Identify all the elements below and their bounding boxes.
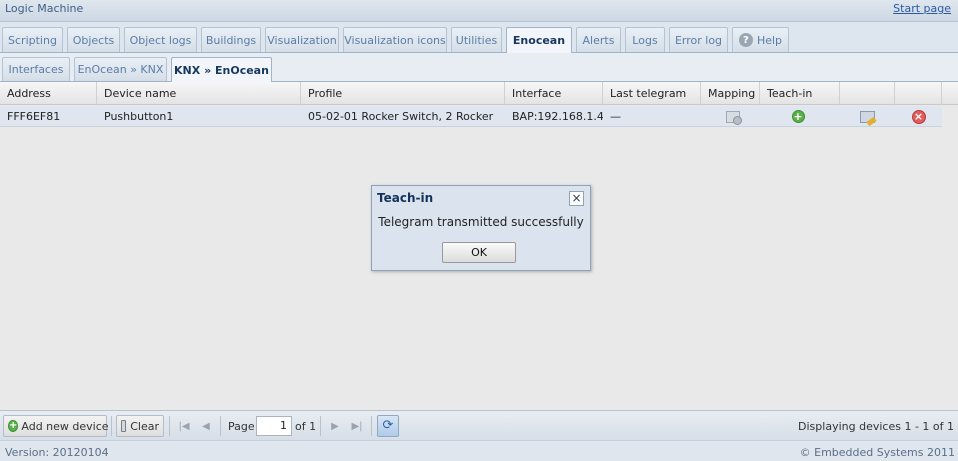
table-header: Address Device name Profile Interface La…: [0, 82, 958, 105]
column-header-mapping[interactable]: Mapping: [701, 82, 760, 105]
delete-icon[interactable]: ×: [911, 109, 926, 124]
page-count-label: of 1: [295, 420, 317, 433]
display-info: Displaying devices 1 - 1 of 1: [798, 420, 954, 433]
page-label: Page: [228, 420, 255, 433]
add-icon: +: [8, 420, 19, 432]
cell-last-telegram: —: [610, 110, 621, 123]
column-header-address[interactable]: Address: [0, 82, 97, 105]
tab-utilities[interactable]: Utilities: [451, 27, 502, 52]
bottom-toolbar: + Add new device Clear |◀ ◀ Page 1 of 1 …: [0, 410, 958, 440]
refresh-icon[interactable]: ⟳: [377, 415, 399, 437]
column-header-teach-in[interactable]: Teach-in: [760, 82, 840, 105]
next-page-icon[interactable]: ▶: [325, 416, 345, 436]
tab-visualization-icons[interactable]: Visualization icons: [343, 27, 447, 52]
tab-objects[interactable]: Objects: [67, 27, 120, 52]
column-header-last-telegram[interactable]: Last telegram: [603, 82, 701, 105]
main-tab-bar: Scripting Objects Object logs Buildings …: [0, 22, 958, 53]
footer: Version: 20120104 © Embedded Systems 201…: [0, 440, 958, 461]
teach-in-dialog: Teach-in × Telegram transmitted successf…: [371, 185, 591, 271]
tab-buildings[interactable]: Buildings: [201, 27, 261, 52]
help-icon: ?: [738, 33, 753, 47]
column-header-interface[interactable]: Interface: [505, 82, 603, 105]
subtab-knx-enocean[interactable]: KNX » EnOcean: [171, 57, 272, 82]
separator: [371, 416, 372, 436]
cell-mapping: [701, 106, 760, 127]
table-row[interactable]: FFF6EF81 Pushbutton1 05-02-01 Rocker Swi…: [0, 106, 942, 127]
clear-label: Clear: [130, 419, 159, 433]
cell-device-name: Pushbutton1: [104, 110, 174, 123]
cell-address: FFF6EF81: [7, 110, 61, 123]
subtab-interfaces[interactable]: Interfaces: [2, 57, 70, 81]
column-header-device-name[interactable]: Device name: [97, 82, 301, 105]
cell-delete: ×: [895, 106, 942, 127]
mapping-icon[interactable]: [725, 110, 742, 125]
version-label: Version: 20120104: [5, 446, 109, 459]
add-new-device-label: Add new device: [21, 419, 109, 433]
first-page-icon[interactable]: |◀: [174, 416, 194, 436]
tab-visualization[interactable]: Visualization: [265, 27, 339, 52]
add-new-device-button[interactable]: + Add new device: [3, 415, 109, 437]
ok-button[interactable]: OK: [442, 242, 516, 263]
tab-object-logs[interactable]: Object logs: [124, 27, 197, 52]
column-header-delete: [895, 82, 942, 105]
teach-in-icon[interactable]: +: [791, 110, 805, 123]
dialog-message: Telegram transmitted successfully: [378, 215, 584, 229]
edit-icon[interactable]: [860, 110, 875, 123]
close-icon[interactable]: ×: [569, 191, 584, 206]
tab-alerts[interactable]: Alerts: [576, 27, 621, 52]
tab-enocean[interactable]: Enocean: [506, 27, 572, 53]
trash-icon: [121, 420, 127, 432]
cell-interface: BAP:192.168.1.45: [512, 110, 603, 123]
separator: [320, 416, 321, 436]
tab-help-label: Help: [756, 33, 783, 47]
prev-page-icon[interactable]: ◀: [196, 416, 216, 436]
clear-button[interactable]: Clear: [116, 415, 164, 437]
tab-help[interactable]: ? Help: [732, 27, 789, 52]
start-page-link[interactable]: Start page: [893, 2, 951, 15]
sub-tab-bar: Interfaces EnOcean » KNX KNX » EnOcean: [0, 53, 958, 82]
cell-profile: 05-02-01 Rocker Switch, 2 Rocker: [308, 110, 494, 123]
separator: [169, 416, 170, 436]
column-header-profile[interactable]: Profile: [301, 82, 505, 105]
page-number-input[interactable]: 1: [256, 416, 292, 436]
copyright-label: © Embedded Systems 2011: [799, 446, 955, 459]
column-header-edit: [840, 82, 895, 105]
separator: [111, 416, 112, 436]
dialog-title: Teach-in: [377, 191, 434, 205]
separator: [220, 416, 221, 436]
subtab-enocean-knx[interactable]: EnOcean » KNX: [74, 57, 167, 81]
tab-scripting[interactable]: Scripting: [2, 27, 63, 52]
cell-edit: [840, 106, 895, 127]
last-page-icon[interactable]: ▶|: [347, 416, 367, 436]
title-bar: Logic Machine Start page: [0, 0, 958, 22]
cell-teach-in: +: [760, 106, 840, 127]
tab-logs[interactable]: Logs: [625, 27, 665, 52]
tab-error-log[interactable]: Error log: [669, 27, 728, 52]
app-title: Logic Machine: [5, 2, 84, 15]
